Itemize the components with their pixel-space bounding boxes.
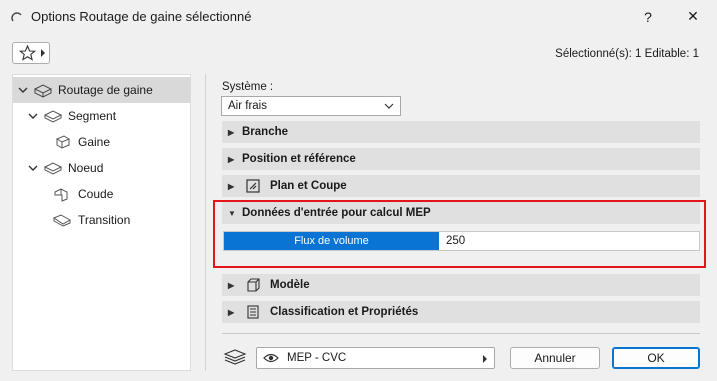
highlight-box	[213, 200, 706, 268]
transition-icon	[52, 214, 72, 227]
expand-icon: ▶	[228, 181, 235, 191]
system-value: Air frais	[228, 100, 267, 112]
title-bar: Options Routage de gaine sélectionné ? ✕	[0, 0, 717, 33]
system-label: Système :	[222, 81, 274, 93]
node-icon	[43, 162, 63, 175]
selection-info: Sélectionné(s): 1 Editable: 1	[555, 48, 699, 60]
tree-item-label: Noeud	[68, 161, 104, 175]
tree-item-elbow[interactable]: Coude	[52, 181, 113, 207]
section-classification[interactable]: ▶ Classification et Propriétés	[222, 301, 700, 323]
chevron-down-icon	[28, 165, 38, 171]
ok-button[interactable]: OK	[612, 347, 700, 369]
section-label: Position et référence	[242, 153, 356, 165]
section-label: Modèle	[270, 279, 310, 291]
section-branch[interactable]: ▶ Branche	[222, 121, 700, 143]
segment-icon	[43, 110, 63, 123]
classification-icon	[247, 305, 259, 319]
eye-icon	[263, 353, 279, 363]
system-select[interactable]: Air frais	[221, 96, 401, 116]
section-model[interactable]: ▶ Modèle	[222, 274, 700, 296]
layers-icon	[222, 348, 248, 368]
duct-icon	[55, 135, 71, 149]
expand-icon: ▶	[228, 154, 235, 164]
floor-plan-icon	[246, 179, 260, 193]
section-label: Plan et Coupe	[270, 180, 347, 192]
star-icon	[19, 45, 36, 61]
window-title: Options Routage de gaine sélectionné	[31, 9, 252, 24]
section-label: Branche	[242, 126, 289, 138]
chevron-down-icon	[18, 87, 28, 93]
cancel-button[interactable]: Annuler	[510, 347, 600, 369]
section-floor-plan-section[interactable]: ▶ Plan et Coupe	[222, 175, 700, 197]
chevron-down-icon	[28, 113, 38, 119]
layer-value: MEP - CVC	[287, 352, 347, 364]
tree-item-label: Segment	[68, 109, 117, 123]
section-position-reference[interactable]: ▶ Position et référence	[222, 148, 700, 170]
tree-item-transition[interactable]: Transition	[52, 207, 130, 233]
chevron-right-icon	[40, 49, 46, 57]
duct-routing-icon	[33, 84, 53, 98]
help-button[interactable]: ?	[628, 0, 668, 33]
app-icon	[10, 10, 24, 24]
tree-item-duct[interactable]: Gaine	[52, 129, 110, 155]
tree-item-segment[interactable]: Segment	[27, 103, 116, 129]
expand-icon: ▶	[228, 127, 235, 137]
tree-panel: Routage de gaine Segment Gaine Noeud Cou…	[12, 74, 191, 371]
tree-item-label: Transition	[78, 213, 131, 227]
elbow-icon	[54, 188, 68, 202]
close-button[interactable]: ✕	[673, 0, 713, 33]
footer-divider	[222, 333, 700, 334]
layer-select[interactable]: MEP - CVC	[256, 347, 495, 369]
favorites-button[interactable]	[12, 42, 50, 64]
section-label: Classification et Propriétés	[270, 306, 419, 318]
tree-item-label: Gaine	[78, 135, 111, 149]
tree-item-label: Coude	[78, 187, 114, 201]
chevron-right-icon	[483, 355, 487, 363]
chevron-down-icon	[384, 103, 394, 109]
expand-icon: ▶	[228, 280, 235, 290]
tree-item-duct-routing[interactable]: Routage de gaine	[13, 77, 190, 103]
model-icon	[247, 278, 260, 292]
expand-icon: ▶	[228, 307, 235, 317]
tree-item-label: Routage de gaine	[58, 83, 153, 97]
panel-divider	[205, 74, 206, 371]
tree-item-node[interactable]: Noeud	[27, 155, 103, 181]
